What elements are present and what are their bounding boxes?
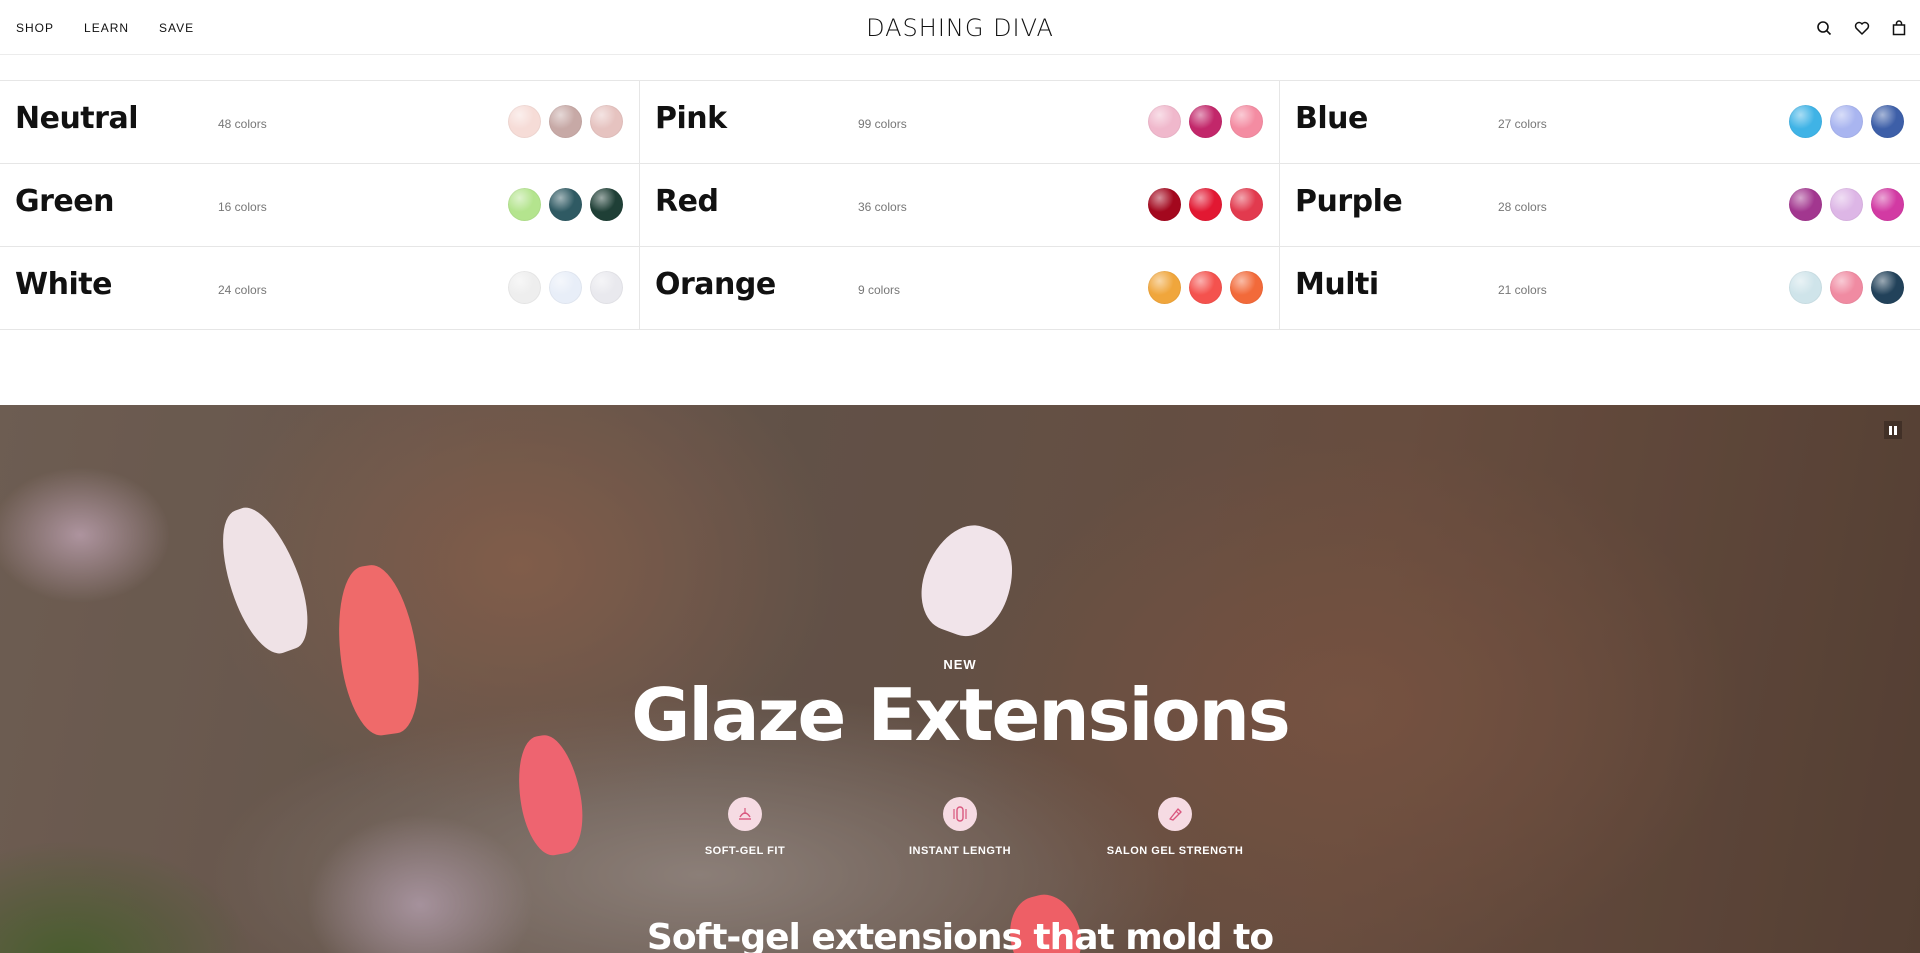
color-swatch[interactable]	[508, 105, 541, 138]
color-family-white[interactable]: White 24 colors	[0, 247, 640, 329]
nav-shop-link[interactable]: SHOP	[16, 21, 54, 35]
color-swatch[interactable]	[1148, 105, 1181, 138]
color-family-pink[interactable]: Pink 99 colors	[640, 81, 1280, 163]
color-swatch[interactable]	[1830, 188, 1863, 221]
header-icons	[1816, 0, 1906, 55]
color-swatch[interactable]	[549, 271, 582, 304]
color-swatch[interactable]	[1789, 105, 1822, 138]
color-swatch[interactable]	[1189, 105, 1222, 138]
color-family-name: Red	[655, 184, 719, 219]
color-swatch[interactable]	[1871, 188, 1904, 221]
hero-subtitle: Soft-gel extensions that mold to	[646, 917, 1274, 953]
color-family-blue[interactable]: Blue 27 colors	[1280, 81, 1920, 163]
swatch-group	[1789, 271, 1904, 304]
color-swatch[interactable]	[1189, 188, 1222, 221]
color-count: 21 colors	[1498, 283, 1547, 297]
color-count: 99 colors	[858, 117, 907, 131]
heart-icon[interactable]	[1854, 20, 1870, 36]
swatch-group	[1789, 105, 1904, 138]
color-family-red[interactable]: Red 36 colors	[640, 164, 1280, 246]
color-family-name: Multi	[1295, 267, 1379, 302]
color-count: 36 colors	[858, 200, 907, 214]
color-count: 16 colors	[218, 200, 267, 214]
color-swatch[interactable]	[1230, 271, 1263, 304]
color-family-name: Blue	[1295, 101, 1368, 136]
swatch-group	[508, 188, 623, 221]
color-family-name: Green	[15, 184, 114, 219]
color-swatch[interactable]	[590, 188, 623, 221]
color-count: 9 colors	[858, 283, 901, 297]
color-swatch[interactable]	[1230, 105, 1263, 138]
color-swatch[interactable]	[1189, 271, 1222, 304]
search-icon[interactable]	[1816, 20, 1832, 36]
color-swatch[interactable]	[549, 105, 582, 138]
nav-save-link[interactable]: SAVE	[159, 21, 194, 35]
swatch-group	[508, 271, 623, 304]
feature-soft-gel-fit: SOFT-GEL FIT	[638, 797, 853, 857]
feature-label: INSTANT LENGTH	[908, 845, 1012, 857]
color-swatch[interactable]	[1871, 271, 1904, 304]
feature-instant-length: INSTANT LENGTH	[853, 797, 1068, 857]
color-swatch[interactable]	[590, 105, 623, 138]
pause-icon	[1894, 425, 1897, 435]
color-count: 28 colors	[1498, 200, 1547, 214]
color-swatch[interactable]	[1230, 188, 1263, 221]
grid-row: Green 16 colors Red 36 colors Purple 28 …	[0, 164, 1920, 247]
pause-icon	[1889, 425, 1892, 435]
grid-row: Neutral 48 colors Pink 99 colors Blue 27…	[0, 81, 1920, 164]
bag-icon[interactable]	[1892, 19, 1906, 36]
color-swatch[interactable]	[1148, 271, 1181, 304]
color-family-name: Neutral	[15, 101, 138, 136]
color-swatch[interactable]	[549, 188, 582, 221]
color-count: 48 colors	[218, 117, 267, 131]
swatch-group	[1148, 271, 1263, 304]
color-family-name: Purple	[1295, 184, 1403, 219]
color-family-orange[interactable]: Orange 9 colors	[640, 247, 1280, 329]
swatch-group	[1148, 188, 1263, 221]
grid-row: White 24 colors Orange 9 colors Multi 21…	[0, 247, 1920, 330]
color-count: 24 colors	[218, 283, 267, 297]
color-family-purple[interactable]: Purple 28 colors	[1280, 164, 1920, 246]
swatch-group	[508, 105, 623, 138]
nail-length-icon	[943, 797, 977, 831]
color-swatch[interactable]	[1789, 271, 1822, 304]
color-swatch[interactable]	[590, 271, 623, 304]
feature-label: SOFT-GEL FIT	[704, 845, 786, 857]
hero-banner: NEW Glaze Extensions SOFT-GEL FIT INSTAN…	[0, 405, 1920, 953]
color-swatch[interactable]	[1871, 105, 1904, 138]
brand-logo[interactable]: DASHING DIVA	[866, 14, 1054, 42]
soft-gel-icon	[728, 797, 762, 831]
hero-content: NEW Glaze Extensions SOFT-GEL FIT INSTAN…	[0, 405, 1920, 953]
swatch-group	[1789, 188, 1904, 221]
color-swatch[interactable]	[1148, 188, 1181, 221]
hero-title: Glaze Extensions	[631, 673, 1290, 757]
feature-label: SALON GEL STRENGTH	[1106, 845, 1244, 857]
color-family-neutral[interactable]: Neutral 48 colors	[0, 81, 640, 163]
color-swatch[interactable]	[1830, 105, 1863, 138]
color-swatch[interactable]	[1830, 271, 1863, 304]
swatch-group	[1148, 105, 1263, 138]
color-family-name: White	[15, 267, 112, 302]
color-family-green[interactable]: Green 16 colors	[0, 164, 640, 246]
site-header: SHOP LEARN SAVE DASHING DIVA	[0, 0, 1920, 55]
hero-eyebrow: NEW	[943, 657, 977, 672]
color-swatch[interactable]	[1789, 188, 1822, 221]
gel-strength-icon	[1158, 797, 1192, 831]
color-family-multi[interactable]: Multi 21 colors	[1280, 247, 1920, 329]
color-family-name: Orange	[655, 267, 776, 302]
feature-list: SOFT-GEL FIT INSTANT LENGTH SALON GEL ST…	[0, 797, 1920, 857]
color-swatch[interactable]	[508, 188, 541, 221]
nav-learn-link[interactable]: LEARN	[84, 21, 129, 35]
feature-salon-gel-strength: SALON GEL STRENGTH	[1068, 797, 1283, 857]
color-count: 27 colors	[1498, 117, 1547, 131]
color-family-grid: Neutral 48 colors Pink 99 colors Blue 27…	[0, 80, 1920, 330]
main-nav: SHOP LEARN SAVE	[16, 0, 194, 55]
color-family-name: Pink	[655, 101, 727, 136]
pause-button[interactable]	[1884, 421, 1902, 439]
color-swatch[interactable]	[508, 271, 541, 304]
